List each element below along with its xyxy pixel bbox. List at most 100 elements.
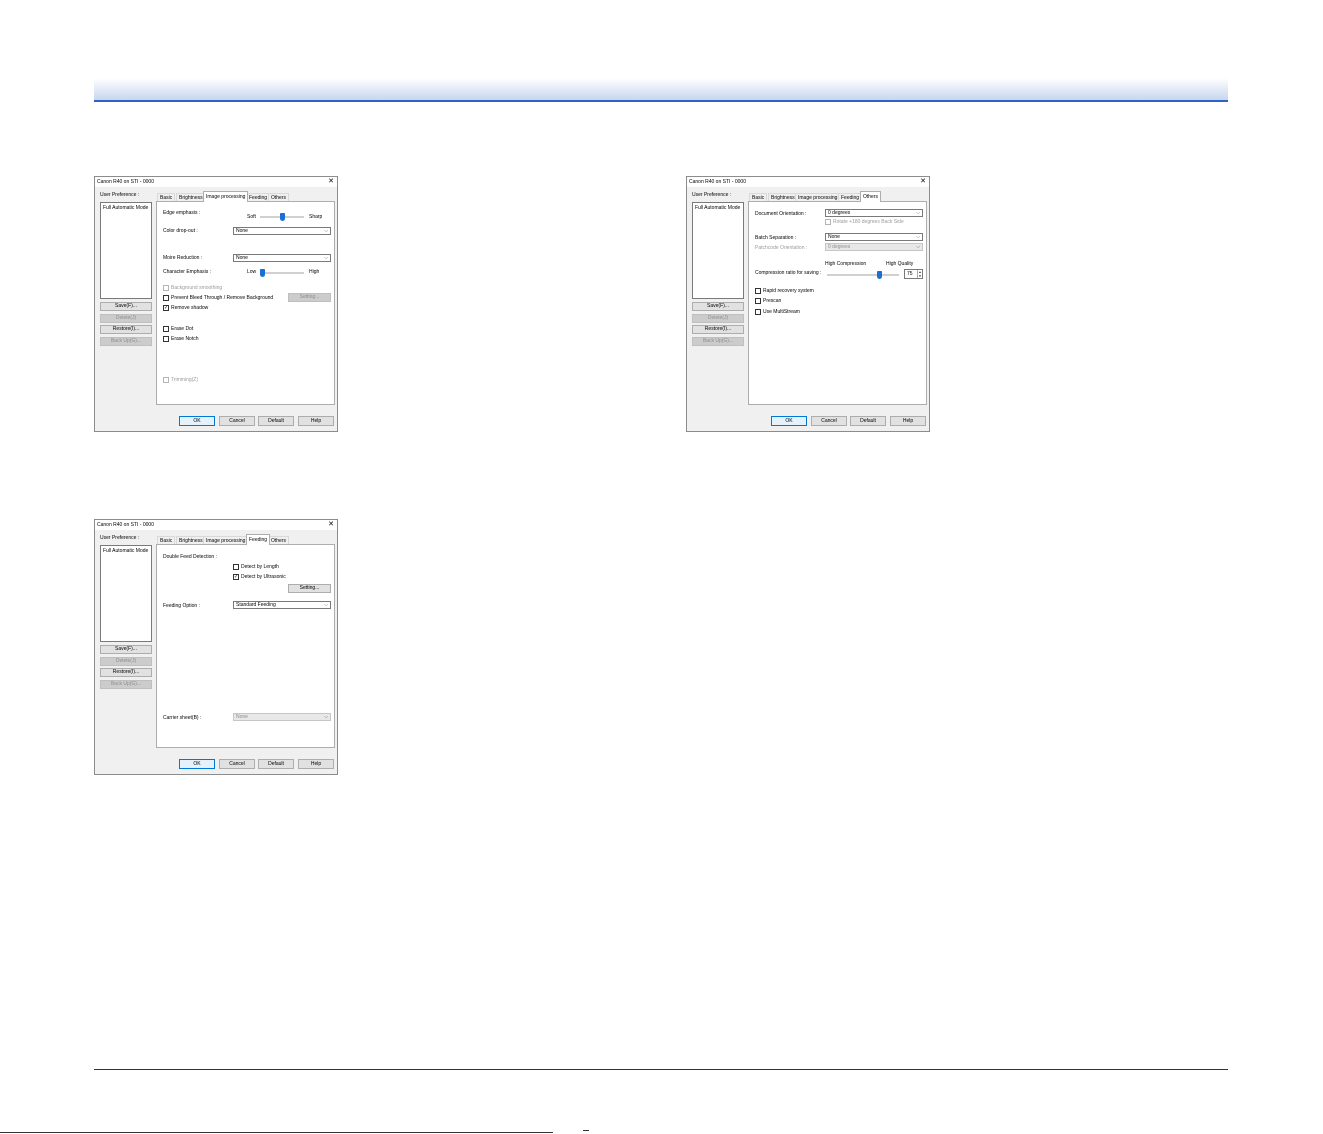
high-label: High bbox=[309, 269, 320, 275]
tab-feeding[interactable]: Feeding bbox=[246, 534, 271, 545]
rapid-recovery-checkbox[interactable] bbox=[755, 288, 761, 294]
compression-slider[interactable] bbox=[827, 271, 899, 279]
page-footer-rule bbox=[94, 1069, 1228, 1070]
character-emphasis-label: Character Emphasis : bbox=[163, 269, 212, 275]
default-button[interactable]: Default bbox=[258, 416, 294, 426]
compression-value: 75 bbox=[907, 271, 913, 277]
feeding-option-label: Feeding Option : bbox=[163, 603, 200, 609]
ok-button[interactable]: OK bbox=[771, 416, 807, 426]
spin-arrows-icon[interactable]: ▲ ▼ bbox=[917, 270, 922, 278]
use-multistream-checkbox[interactable] bbox=[755, 309, 761, 315]
feeding-option-value: Standard Feeding bbox=[236, 602, 276, 608]
cancel-button[interactable]: Cancel bbox=[219, 759, 255, 769]
restore-preference-button[interactable]: Restore(I)... bbox=[692, 325, 744, 334]
save-preference-button[interactable]: Save(F)... bbox=[100, 645, 152, 654]
patchcode-orientation-label: Patchcode Orientation : bbox=[755, 245, 808, 251]
soft-label: Soft bbox=[247, 214, 256, 220]
background-smoothing-checkbox[interactable] bbox=[163, 285, 169, 291]
delete-preference-button[interactable]: Delete(J) bbox=[100, 657, 152, 666]
slider-thumb[interactable] bbox=[280, 213, 285, 221]
user-preference-label: User Preference : bbox=[100, 192, 140, 198]
cancel-button[interactable]: Cancel bbox=[219, 416, 255, 426]
delete-preference-button[interactable]: Delete(J) bbox=[100, 314, 152, 323]
ok-button[interactable]: OK bbox=[179, 416, 215, 426]
use-multistream-label: Use MultiStream bbox=[763, 309, 800, 315]
edge-emphasis-label: Edge emphasis : bbox=[163, 210, 201, 216]
user-preference-label: User Preference : bbox=[100, 535, 140, 541]
user-preference-list[interactable]: Full Automatic Mode bbox=[100, 545, 152, 642]
delete-preference-button[interactable]: Delete(J) bbox=[692, 314, 744, 323]
detect-by-length-checkbox[interactable] bbox=[233, 564, 239, 570]
backup-preference-button[interactable]: Back Up(G)... bbox=[692, 337, 744, 346]
backup-preference-button[interactable]: Back Up(G)... bbox=[100, 680, 152, 689]
dialog-title: Canon R40 on STI - 0000 bbox=[97, 179, 154, 185]
list-item[interactable]: Full Automatic Mode bbox=[695, 205, 740, 211]
edge-emphasis-slider[interactable] bbox=[260, 213, 304, 221]
carrier-sheet-select[interactable]: None ⌵ bbox=[233, 713, 331, 721]
page-header-band bbox=[94, 78, 1228, 100]
feeding-option-select[interactable]: Standard Feeding ⌵ bbox=[233, 601, 331, 609]
tab-others[interactable]: Others bbox=[860, 191, 882, 202]
save-preference-button[interactable]: Save(F)... bbox=[100, 302, 152, 311]
help-button[interactable]: Help bbox=[298, 416, 334, 426]
ok-button[interactable]: OK bbox=[179, 759, 215, 769]
default-button[interactable]: Default bbox=[850, 416, 886, 426]
detect-by-ultrasonic-checkbox[interactable]: ✓ bbox=[233, 574, 239, 580]
prescan-checkbox[interactable] bbox=[755, 298, 761, 304]
prevent-bleed-label: Prevent Bleed Through / Remove Backgroun… bbox=[171, 295, 274, 301]
close-icon[interactable]: ✕ bbox=[920, 177, 926, 187]
carrier-sheet-value: None bbox=[236, 714, 248, 720]
character-emphasis-slider[interactable] bbox=[260, 269, 304, 277]
cancel-button[interactable]: Cancel bbox=[811, 416, 847, 426]
compression-spinbox[interactable]: 75 ▲ ▼ bbox=[904, 269, 923, 279]
moire-reduction-value: None bbox=[236, 255, 248, 261]
slider-thumb[interactable] bbox=[877, 271, 882, 279]
tab-image-processing[interactable]: Image processing bbox=[203, 191, 249, 202]
erase-dot-label: Erase Dot bbox=[171, 326, 194, 332]
slider-thumb[interactable] bbox=[260, 269, 265, 277]
patchcode-orientation-select[interactable]: 0 degrees ⌵ bbox=[825, 243, 923, 251]
bleed-setting-button[interactable]: Setting... bbox=[288, 293, 331, 302]
sharp-label: Sharp bbox=[309, 214, 323, 220]
restore-preference-button[interactable]: Restore(I)... bbox=[100, 668, 152, 677]
list-item[interactable]: Full Automatic Mode bbox=[103, 548, 148, 554]
slider-track[interactable] bbox=[827, 274, 899, 276]
restore-preference-button[interactable]: Restore(I)... bbox=[100, 325, 152, 334]
help-button[interactable]: Help bbox=[298, 759, 334, 769]
page-bottom-mark bbox=[583, 1130, 589, 1131]
chevron-down-icon: ⌵ bbox=[324, 714, 328, 720]
remove-shadow-checkbox[interactable]: ✓ bbox=[163, 305, 169, 311]
rapid-recovery-label: Rapid recovery system bbox=[763, 288, 814, 294]
erase-notch-label: Erase Notch bbox=[171, 336, 199, 342]
user-preference-list[interactable]: Full Automatic Mode bbox=[100, 202, 152, 299]
detect-by-length-label: Detect by Length bbox=[241, 564, 279, 570]
user-preference-list[interactable]: Full Automatic Mode bbox=[692, 202, 744, 299]
erase-dot-checkbox[interactable] bbox=[163, 326, 169, 332]
rotate-back-side-checkbox[interactable] bbox=[825, 219, 831, 225]
close-icon[interactable]: ✕ bbox=[328, 177, 334, 187]
erase-notch-checkbox[interactable] bbox=[163, 336, 169, 342]
high-quality-label: High Quality bbox=[886, 261, 914, 267]
ultrasonic-setting-button[interactable]: Setting... bbox=[288, 584, 331, 593]
carrier-sheet-label: Carrier sheet(B) : bbox=[163, 715, 202, 721]
slider-track[interactable] bbox=[260, 272, 304, 274]
trimming-checkbox[interactable] bbox=[163, 377, 169, 383]
backup-preference-button[interactable]: Back Up(G)... bbox=[100, 337, 152, 346]
color-drop-out-select[interactable]: None ⌵ bbox=[233, 227, 331, 235]
color-drop-out-value: None bbox=[236, 228, 248, 234]
save-preference-button[interactable]: Save(F)... bbox=[692, 302, 744, 311]
help-button[interactable]: Help bbox=[890, 416, 926, 426]
compression-ratio-label: Compression ratio for saving : bbox=[755, 270, 822, 276]
document-orientation-value: 0 degrees bbox=[828, 210, 851, 216]
moire-reduction-select[interactable]: None ⌵ bbox=[233, 254, 331, 262]
prevent-bleed-checkbox[interactable] bbox=[163, 295, 169, 301]
chevron-down-icon: ⌵ bbox=[916, 244, 920, 250]
dialog-feeding: Canon R40 on STI - 0000 ✕ User Preferenc… bbox=[94, 519, 338, 775]
default-button[interactable]: Default bbox=[258, 759, 294, 769]
document-orientation-select[interactable]: 0 degrees ⌵ bbox=[825, 209, 923, 217]
page-header-rule bbox=[94, 100, 1228, 102]
list-item[interactable]: Full Automatic Mode bbox=[103, 205, 148, 211]
batch-separation-select[interactable]: None ⌵ bbox=[825, 233, 923, 241]
close-icon[interactable]: ✕ bbox=[328, 520, 334, 530]
moire-reduction-label: Moire Reduction : bbox=[163, 255, 203, 261]
